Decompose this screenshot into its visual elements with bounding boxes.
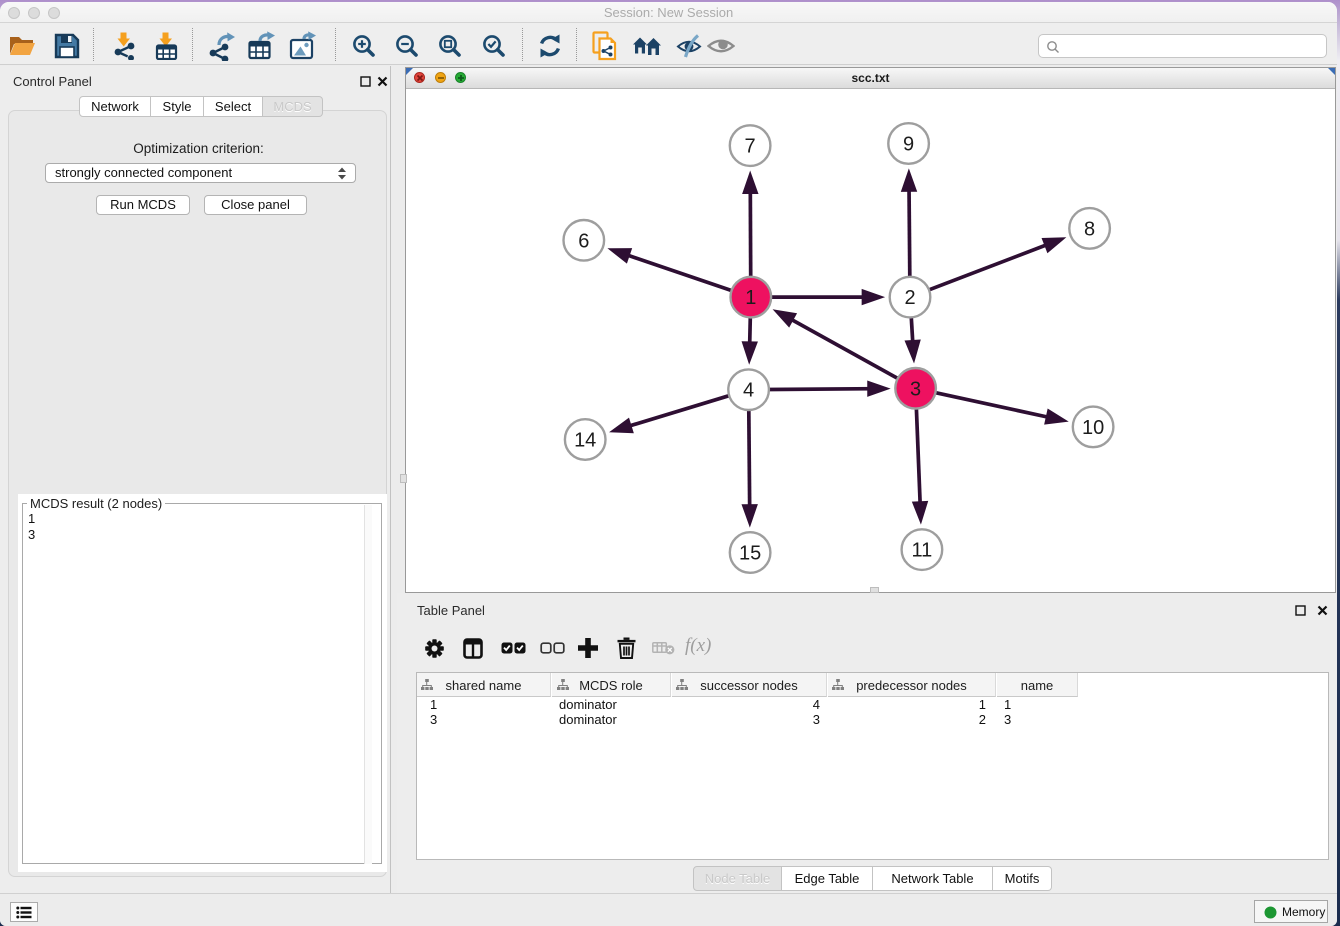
svg-text:3: 3 xyxy=(910,378,921,400)
svg-text:8: 8 xyxy=(1084,218,1095,240)
svg-text:1: 1 xyxy=(745,287,756,309)
svg-text:2: 2 xyxy=(904,287,915,309)
svg-text:9: 9 xyxy=(903,134,914,156)
svg-text:4: 4 xyxy=(743,380,754,402)
svg-text:15: 15 xyxy=(739,543,761,565)
svg-text:11: 11 xyxy=(912,540,933,562)
svg-text:14: 14 xyxy=(574,430,596,452)
svg-text:7: 7 xyxy=(745,136,756,158)
svg-text:6: 6 xyxy=(578,230,589,252)
svg-text:10: 10 xyxy=(1082,417,1104,439)
